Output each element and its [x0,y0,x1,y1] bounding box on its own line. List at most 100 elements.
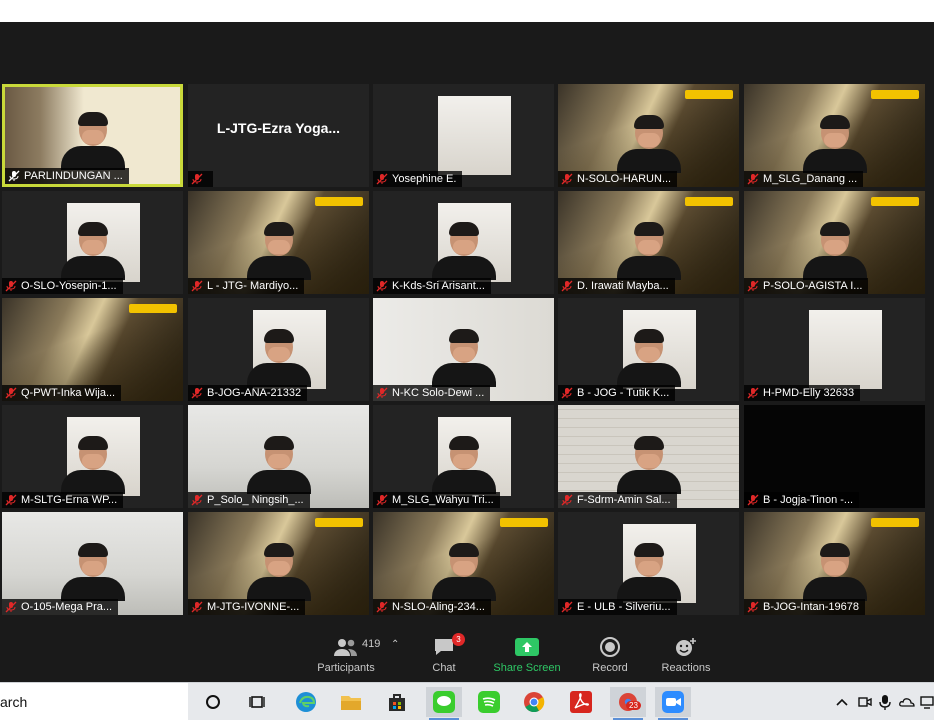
participant-figure [431,436,496,494]
onedrive-icon[interactable] [899,693,915,711]
video-tile[interactable]: D. Irawati Mayba... [558,191,739,294]
video-tile[interactable]: B - JOG - Tutik K... [558,298,739,401]
participant-figure [616,222,681,280]
participant-name-bar: B-JOG-Intan-19678 [744,599,865,615]
file-explorer-icon[interactable] [338,689,364,715]
participant-name-bar: L - JTG- Mardiyo... [188,278,305,294]
store-icon[interactable] [384,689,410,715]
participant-name: N-SOLO-HARUN... [577,173,672,185]
mic-muted-icon [191,387,203,399]
participant-name-bar: O-105-Mega Pra... [2,599,119,615]
video-tile[interactable]: M_SLG_Wahyu Tri... [373,405,554,508]
zoom-icon[interactable] [655,687,691,720]
video-tile[interactable]: M-SLTG-Erna WP... [2,405,183,508]
participant-name-bar: B - Jogja-Tinon -... [744,492,860,508]
cortana-icon[interactable] [200,689,226,715]
video-tile[interactable]: N-SLO-Aling-234... [373,512,554,615]
share-screen-button[interactable]: Share Screen [487,636,567,674]
windows-taskbar: arch 23 [0,682,934,720]
video-tile[interactable]: E - ULB - Silveriu... [558,512,739,615]
tray-chevron-icon[interactable] [836,693,848,711]
mic-muted-icon [376,280,388,292]
spotify-icon[interactable] [476,689,502,715]
video-tile[interactable]: B-JOG-Intan-19678 [744,512,925,615]
participant-figure [616,329,681,387]
participant-figure [246,543,311,601]
video-tile[interactable]: O-105-Mega Pra... [2,512,183,615]
edge-icon[interactable] [293,689,319,715]
participant-figure [616,543,681,601]
chrome-badge: 23 [626,701,641,710]
mic-muted-icon [191,601,203,613]
video-tile[interactable]: L - JTG- Mardiyo... [188,191,369,294]
participant-name: D. Irawati Mayba... [577,280,669,292]
participant-figure [431,543,496,601]
task-view-icon[interactable] [245,689,271,715]
participants-count: 419 [362,638,381,650]
chat-badge: 3 [452,633,465,646]
record-button[interactable]: Record [570,636,650,674]
participant-name-center: L-JTG-Ezra Yoga... [216,119,341,136]
video-tile[interactable]: B - Jogja-Tinon -... [744,405,925,508]
mic-muted-icon [5,601,17,613]
mic-muted-icon [191,173,203,185]
mic-muted-icon [747,494,759,506]
taskbar-search-box[interactable]: arch [0,683,188,720]
participant-name: PARLINDUNGAN ... [24,170,123,182]
chat-button[interactable]: 3 Chat [404,633,484,674]
meet-now-icon[interactable] [858,693,872,711]
video-tile[interactable]: Q-PWT-Inka Wija... [2,298,183,401]
participant-name: O-SLO-Yosepin-1... [21,280,117,292]
participant-name-bar: H-PMD-Elly 32633 [744,385,861,401]
line-icon[interactable] [426,687,462,720]
share-screen-label: Share Screen [493,662,561,674]
video-feed [809,310,882,389]
participant-name: M_SLG_Danang ... [763,173,858,185]
microphone-icon[interactable] [879,693,891,711]
video-tile[interactable]: M-JTG-IVONNE-... [188,512,369,615]
video-tile[interactable]: N-KC Solo-Dewi ... [373,298,554,401]
video-tile[interactable]: PARLINDUNGAN ... [2,84,183,187]
participant-figure [246,222,311,280]
video-tile[interactable]: B-JOG-ANA-21332 [188,298,369,401]
video-tile[interactable]: F-Sdrm-Amin Sal... [558,405,739,508]
participant-name: B - JOG - Tutik K... [577,387,670,399]
video-tile[interactable]: O-SLO-Yosepin-1... [2,191,183,294]
mic-muted-icon [561,173,573,185]
mic-muted-icon [561,387,573,399]
participants-label: Participants [317,662,375,674]
participant-figure [802,115,867,173]
chat-icon: 3 [404,633,484,658]
chrome-profile-icon[interactable]: 23 [610,687,646,720]
video-tile[interactable]: L-JTG-Ezra Yoga... [188,84,369,187]
participant-name: O-105-Mega Pra... [21,601,113,613]
video-tile[interactable]: K-Kds-Sri Arisant... [373,191,554,294]
video-tile[interactable]: P-SOLO-AGISTA I... [744,191,925,294]
chat-label: Chat [432,662,456,674]
participant-name: H-PMD-Elly 32633 [763,387,855,399]
participant-name-bar: M-SLTG-Erna WP... [2,492,124,508]
participant-figure [246,436,311,494]
participants-caret-icon[interactable]: ⌃ [391,639,399,650]
participant-name-bar [188,171,213,187]
video-tile[interactable]: P_Solo_ Ningsih_... [188,405,369,508]
video-tile[interactable]: M_SLG_Danang ... [744,84,925,187]
network-icon[interactable] [920,693,934,711]
mic-muted-icon [191,280,203,292]
video-tile[interactable]: N-SOLO-HARUN... [558,84,739,187]
mic-muted-icon [561,280,573,292]
mic-muted-icon [747,387,759,399]
video-tile[interactable]: H-PMD-Elly 32633 [744,298,925,401]
participant-name: M_SLG_Wahyu Tri... [392,494,494,506]
chrome-icon[interactable] [521,689,547,715]
mic-muted-icon [5,280,17,292]
taskbar-search-text: arch [0,693,28,710]
reactions-button[interactable]: Reactions [646,636,726,674]
mic-muted-icon [747,173,759,185]
video-tile[interactable]: Yosephine E. [373,84,554,187]
top-margin [0,0,934,22]
video-feed [438,96,511,175]
acrobat-icon[interactable] [568,689,594,715]
participant-figure [431,222,496,280]
participant-figure [60,436,125,494]
